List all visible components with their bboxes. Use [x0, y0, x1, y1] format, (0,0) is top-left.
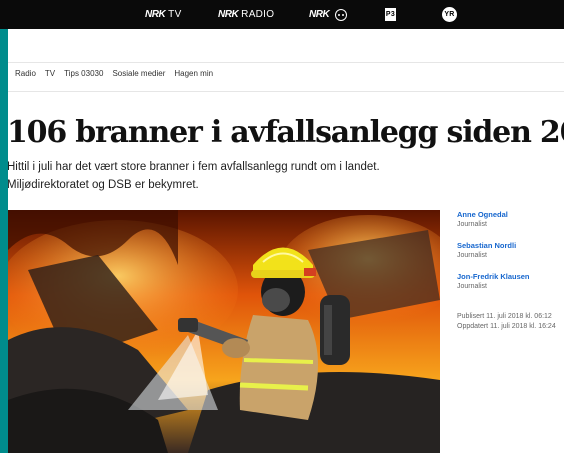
- secondary-nav: Radio TV Tips 03030 Sosiale medier Hagen…: [15, 69, 213, 78]
- author-role: Journalist: [457, 221, 487, 228]
- nav-link-social[interactable]: Sosiale medier: [112, 69, 165, 78]
- nrk-radio-link[interactable]: NRK RADIO: [218, 0, 274, 29]
- nrk-global-topbar: NRK TV NRK RADIO NRK P3 YR: [0, 0, 564, 29]
- article-title: 106 branner i avfallsanlegg siden 2016: [8, 115, 564, 150]
- nav-link-hagen[interactable]: Hagen min: [174, 69, 213, 78]
- nav-link-tv[interactable]: TV: [45, 69, 55, 78]
- published-date: Publisert 11. juli 2018 kl. 06:12: [457, 313, 552, 320]
- updated-date: Oppdatert 11. juli 2018 kl. 16:24: [457, 323, 556, 330]
- author-name-link[interactable]: Sebastian Nordli: [457, 241, 562, 251]
- nrk-logo: NRK: [145, 9, 166, 20]
- author-card: Sebastian Nordli Journalist: [457, 241, 562, 260]
- site-header: [8, 29, 564, 63]
- nrk-tv-link[interactable]: NRK TV: [145, 0, 182, 29]
- article-page: Radio TV Tips 03030 Sosiale medier Hagen…: [8, 29, 564, 453]
- yr-link[interactable]: YR: [442, 0, 457, 29]
- publish-dates: Publisert 11. juli 2018 kl. 06:12 Oppdat…: [457, 312, 556, 332]
- nrk-super-link[interactable]: NRK: [309, 0, 348, 29]
- article-hero-image[interactable]: [8, 210, 440, 453]
- p3-link[interactable]: P3: [385, 0, 396, 29]
- author-role: Journalist: [457, 283, 487, 290]
- byline: Anne Ognedal Journalist Sebastian Nordli…: [457, 210, 562, 303]
- nav-link-radio[interactable]: Radio: [15, 69, 36, 78]
- nav-divider: [8, 91, 564, 92]
- author-name-link[interactable]: Anne Ognedal: [457, 210, 562, 220]
- nrk-logo: NRK: [309, 9, 330, 20]
- author-role: Journalist: [457, 252, 487, 259]
- article-lead: Hittil i juli har det vært store branner…: [8, 161, 380, 191]
- p3-icon: P3: [385, 8, 396, 21]
- firefighter-photo: [8, 210, 440, 453]
- author-card: Anne Ognedal Journalist: [457, 210, 562, 229]
- author-card: Jon-Fredrik Klausen Journalist: [457, 272, 562, 291]
- yr-icon: YR: [442, 7, 457, 22]
- nrk-super-icon: [335, 8, 348, 21]
- nav-link-tips[interactable]: Tips 03030: [64, 69, 103, 78]
- nrk-logo: NRK: [218, 9, 239, 20]
- author-name-link[interactable]: Jon-Fredrik Klausen: [457, 272, 562, 282]
